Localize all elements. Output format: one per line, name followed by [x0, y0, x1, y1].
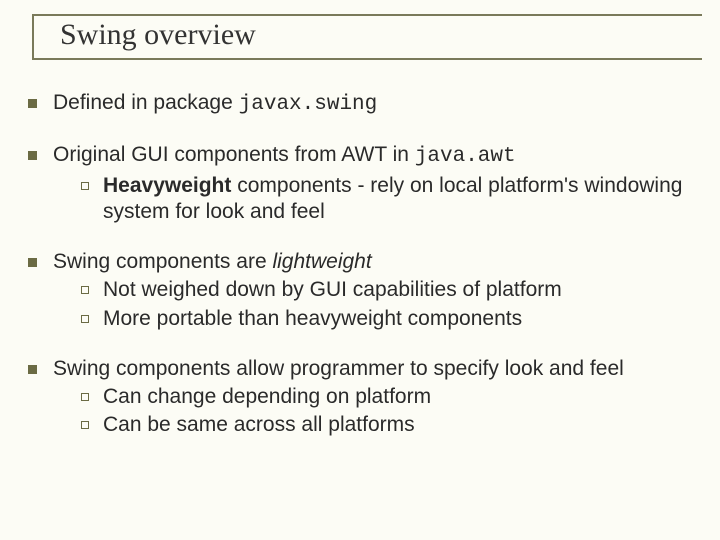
bullet-2-code: java.awt	[415, 145, 516, 168]
bullet-3-sub-2-text: More portable than heavyweight component…	[103, 306, 522, 332]
open-square-bullet-icon	[81, 393, 89, 401]
square-bullet-icon	[28, 258, 37, 267]
bullet-1-code: javax.swing	[239, 93, 378, 116]
open-square-bullet-icon	[81, 315, 89, 323]
bullet-4-sub-1-text: Can change depending on platform	[103, 384, 431, 410]
slide-title: Swing overview	[60, 18, 720, 52]
bullet-2-text: Original GUI components from AWT in	[53, 143, 415, 166]
open-square-bullet-icon	[81, 286, 89, 294]
bullet-4-sub-2: Can be same across all platforms	[53, 412, 702, 438]
bullet-2-sub-1: Heavyweight components - rely on local p…	[53, 173, 702, 226]
bullet-2-sub-1-bold: Heavyweight	[103, 174, 231, 197]
bullet-2: Original GUI components from AWT in java…	[28, 142, 702, 225]
bullet-1-text: Defined in package	[53, 91, 239, 114]
bullet-3-text: Swing components are	[53, 250, 272, 273]
bullet-3-sub-2: More portable than heavyweight component…	[53, 306, 702, 332]
bullet-3-sub-1: Not weighed down by GUI capabilities of …	[53, 277, 702, 303]
bullet-1: Defined in package javax.swing	[28, 90, 702, 118]
open-square-bullet-icon	[81, 421, 89, 429]
bullet-3-sub-1-text: Not weighed down by GUI capabilities of …	[103, 277, 562, 303]
square-bullet-icon	[28, 365, 37, 374]
bullet-4: Swing components allow programmer to spe…	[28, 356, 702, 439]
slide-body: Defined in package javax.swing Original …	[0, 60, 720, 439]
bullet-4-sub-2-text: Can be same across all platforms	[103, 412, 415, 438]
bullet-3: Swing components are lightweight Not wei…	[28, 249, 702, 332]
square-bullet-icon	[28, 99, 37, 108]
bullet-4-text: Swing components allow programmer to spe…	[53, 356, 702, 382]
square-bullet-icon	[28, 151, 37, 160]
open-square-bullet-icon	[81, 182, 89, 190]
bullet-3-italic: lightweight	[272, 250, 371, 273]
bullet-4-sub-1: Can change depending on platform	[53, 384, 702, 410]
